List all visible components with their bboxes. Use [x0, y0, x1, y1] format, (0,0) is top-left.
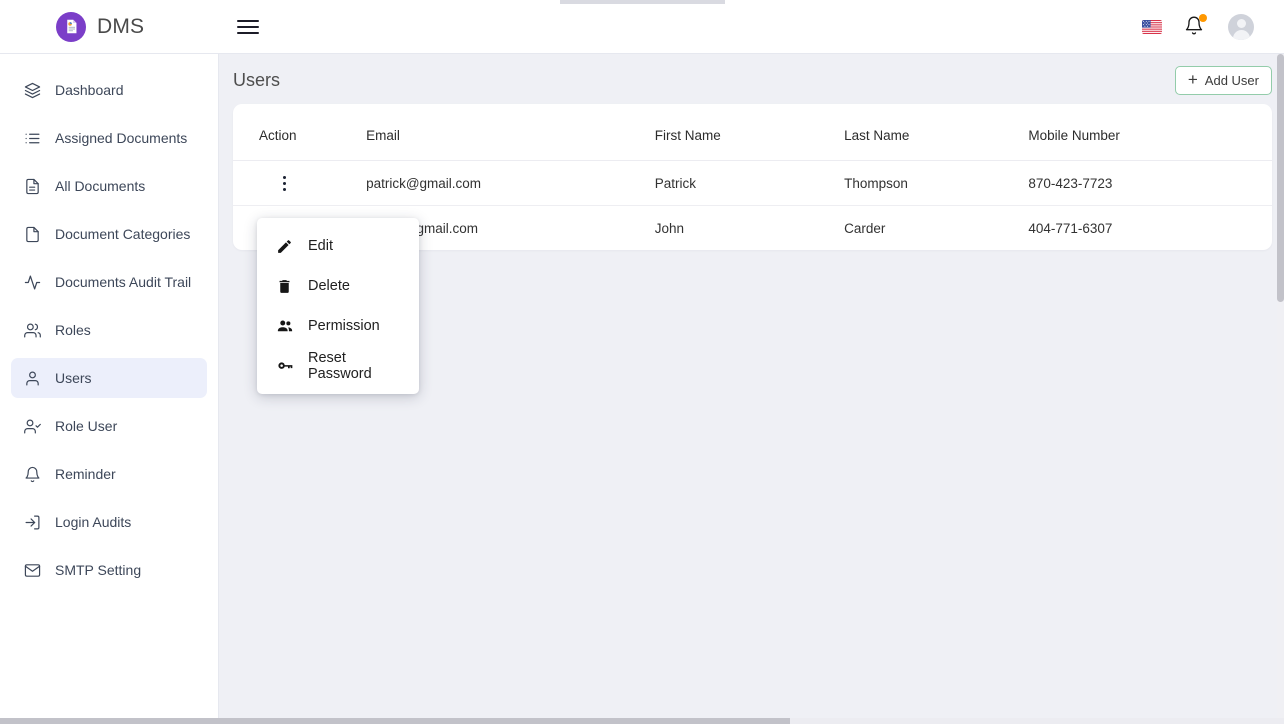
add-user-label: Add User — [1205, 73, 1259, 88]
sidebar-item-label: SMTP Setting — [55, 562, 141, 578]
sidebar-item-label: Dashboard — [55, 82, 124, 98]
sidebar-item-label: Assigned Documents — [55, 130, 187, 146]
plus-icon: + — [1188, 71, 1198, 88]
column-header-email: Email — [366, 104, 655, 161]
table-header: Action Email First Name Last Name Mobile… — [233, 104, 1272, 161]
application-window: DMS — [0, 0, 1284, 724]
activity-icon — [23, 273, 41, 291]
user-icon — [23, 369, 41, 387]
hamburger-line — [237, 20, 259, 22]
list-icon — [23, 129, 41, 147]
column-header-last-name: Last Name — [844, 104, 1028, 161]
page-header: Users + Add User — [219, 56, 1284, 104]
row-last-name: Carder — [844, 206, 1028, 251]
kebab-dot — [283, 176, 286, 179]
row-first-name: Patrick — [655, 161, 844, 206]
row-mobile-number: 404-771-6307 — [1028, 206, 1272, 251]
row-mobile-number: 870-423-7723 — [1028, 161, 1272, 206]
user-check-icon — [23, 417, 41, 435]
sidebar-item-documents-audit-trail[interactable]: Documents Audit Trail — [11, 262, 207, 302]
bell-icon — [23, 465, 41, 483]
context-menu-label: Permission — [308, 318, 380, 334]
sidebar-item-login-audits[interactable]: Login Audits — [11, 502, 207, 542]
notification-badge — [1199, 14, 1207, 22]
sidebar-item-users[interactable]: Users — [11, 358, 207, 398]
window-notch — [560, 0, 725, 4]
sidebar-item-label: Roles — [55, 322, 91, 338]
envelope-icon — [23, 561, 41, 579]
brand-name: DMS — [97, 15, 144, 39]
kebab-dot — [283, 188, 286, 191]
table-header-row: Action Email First Name Last Name Mobile… — [233, 104, 1272, 161]
document-text-icon — [23, 177, 41, 195]
hamburger-line — [237, 32, 259, 34]
context-menu-label: Delete — [308, 278, 350, 294]
column-header-action: Action — [233, 104, 366, 161]
trash-icon — [275, 277, 294, 296]
brand-logo[interactable]: DMS — [56, 12, 144, 42]
kebab-dot — [283, 182, 286, 185]
context-menu-item-reset-password[interactable]: Reset Password — [257, 346, 419, 386]
horizontal-scrollbar[interactable] — [0, 718, 1284, 724]
row-first-name: John — [655, 206, 844, 251]
sidebar-item-label: All Documents — [55, 178, 145, 194]
context-menu-item-delete[interactable]: Delete — [257, 266, 419, 306]
vertical-scrollbar[interactable] — [1277, 54, 1284, 724]
hamburger-line — [237, 26, 259, 28]
hamburger-menu-icon[interactable] — [237, 14, 263, 40]
context-menu-item-permission[interactable]: Permission — [257, 306, 419, 346]
avatar-body — [1233, 30, 1250, 40]
sidebar-item-document-categories[interactable]: Document Categories — [11, 214, 207, 254]
column-header-first-name: First Name — [655, 104, 844, 161]
topbar-actions — [1142, 14, 1254, 40]
sidebar-item-label: Users — [55, 370, 92, 386]
key-icon — [275, 357, 294, 376]
sidebar-item-all-documents[interactable]: All Documents — [11, 166, 207, 206]
sidebar-item-label: Role User — [55, 418, 117, 434]
row-action-context-menu: Edit Delete — [257, 218, 419, 394]
sidebar-item-roles[interactable]: Roles — [11, 310, 207, 350]
row-last-name: Thompson — [844, 161, 1028, 206]
page-title: Users — [233, 70, 280, 91]
us-flag-icon[interactable] — [1142, 20, 1162, 34]
sidebar-item-smtp-setting[interactable]: SMTP Setting — [11, 550, 207, 590]
column-header-mobile-number: Mobile Number — [1028, 104, 1272, 161]
sidebar-item-label: Documents Audit Trail — [55, 274, 191, 290]
row-action-cell — [233, 161, 366, 206]
dms-logo-icon — [56, 12, 86, 42]
sidebar-item-role-user[interactable]: Role User — [11, 406, 207, 446]
row-email: patrick@gmail.com — [366, 161, 655, 206]
top-navigation-bar: DMS — [0, 0, 1284, 54]
avatar-head — [1237, 19, 1246, 28]
add-user-button[interactable]: + Add User — [1175, 66, 1272, 95]
layers-icon — [23, 81, 41, 99]
sidebar-navigation: Dashboard Assigned Documents All Documen… — [0, 54, 219, 724]
sidebar-item-label: Login Audits — [55, 514, 131, 530]
user-avatar[interactable] — [1228, 14, 1254, 40]
context-menu-item-edit[interactable]: Edit — [257, 226, 419, 266]
kebab-menu-icon[interactable] — [275, 173, 293, 193]
context-menu-label: Reset Password — [308, 350, 401, 382]
main-content: Users + Add User Action Email First Name… — [219, 54, 1284, 724]
pencil-icon — [275, 237, 294, 256]
sidebar-item-reminder[interactable]: Reminder — [11, 454, 207, 494]
people-icon — [275, 317, 294, 336]
users-icon — [23, 321, 41, 339]
sidebar-item-label: Reminder — [55, 466, 116, 482]
horizontal-scrollbar-thumb[interactable] — [0, 718, 790, 724]
table-row: patrick@gmail.com Patrick Thompson 870-4… — [233, 161, 1272, 206]
file-icon — [23, 225, 41, 243]
login-icon — [23, 513, 41, 531]
notification-bell-icon[interactable] — [1184, 15, 1206, 39]
sidebar-item-dashboard[interactable]: Dashboard — [11, 70, 207, 110]
context-menu-label: Edit — [308, 238, 333, 254]
sidebar-item-assigned-documents[interactable]: Assigned Documents — [11, 118, 207, 158]
vertical-scrollbar-thumb[interactable] — [1277, 54, 1284, 302]
sidebar-item-label: Document Categories — [55, 226, 190, 242]
